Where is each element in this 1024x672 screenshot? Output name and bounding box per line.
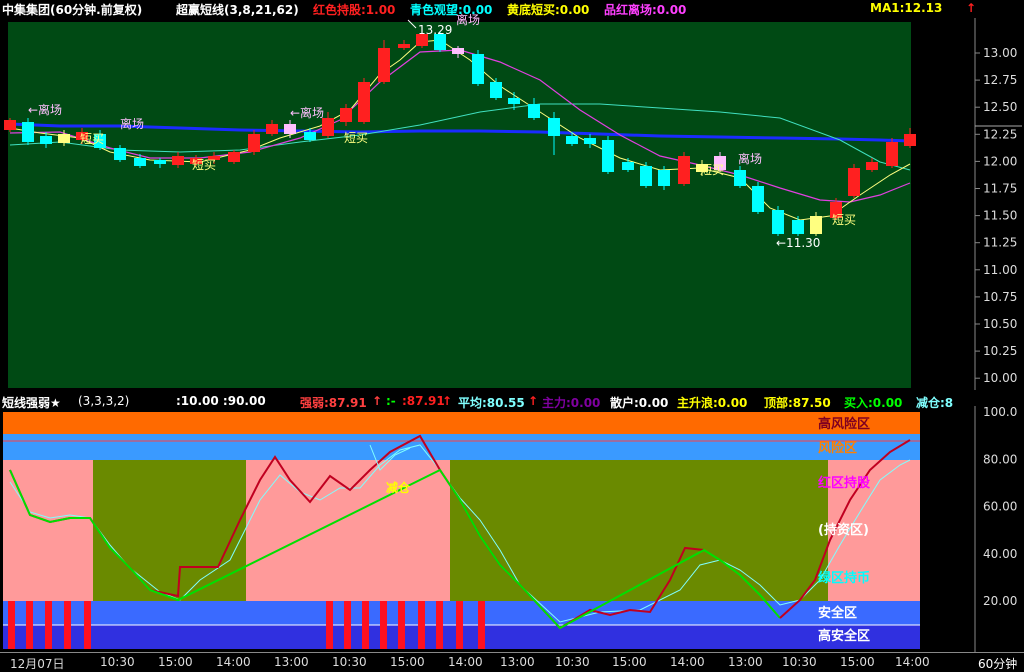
red-signal-strip xyxy=(344,601,351,649)
time-tick-label: 14:00 xyxy=(670,655,705,669)
time-tick-label: 10:30 xyxy=(100,655,135,669)
reduce-mark: 减仓 xyxy=(386,480,411,495)
sub-chart-svg[interactable]: 100.080.0060.0040.0020.00 高风险区 风险区 红区持股 … xyxy=(0,0,1024,671)
time-tick-label: 12月07日 xyxy=(10,657,65,671)
time-tick-label: 13:00 xyxy=(274,655,309,669)
red-signal-strip xyxy=(26,601,33,649)
red-signal-strip xyxy=(436,601,443,649)
red-signal-strip xyxy=(362,601,369,649)
zone-wait: (持资区) xyxy=(818,522,869,538)
sub-tick-label: 80.00 xyxy=(983,452,1017,466)
red-signal-strip xyxy=(326,601,333,649)
sub-tick-label: 20.00 xyxy=(983,594,1017,608)
red-signal-strip xyxy=(84,601,91,649)
sub-tick-label: 40.00 xyxy=(983,547,1017,561)
time-tick-label: 15:00 xyxy=(840,655,875,669)
time-tick-label: 14:00 xyxy=(895,655,930,669)
zone-green-wait: 绿区持币 xyxy=(818,570,870,586)
red-signal-strip xyxy=(398,601,405,649)
time-tick-label: 13:00 xyxy=(500,655,535,669)
time-tick-label: 14:00 xyxy=(216,655,251,669)
zone-risk: 风险区 xyxy=(818,440,857,456)
time-tick-label: 10:30 xyxy=(332,655,367,669)
period-label[interactable]: 60分钟 xyxy=(978,655,1017,672)
risk-zone xyxy=(3,434,920,460)
zone-high-safe: 高安全区 xyxy=(818,628,870,644)
zone-red-hold: 红区持股 xyxy=(818,475,870,491)
time-tick-label: 10:30 xyxy=(555,655,590,669)
red-signal-strip xyxy=(478,601,485,649)
time-tick-label: 10:30 xyxy=(782,655,817,669)
time-tick-label: 15:00 xyxy=(158,655,193,669)
hold-zone-1 xyxy=(3,460,93,601)
red-signal-strip xyxy=(45,601,52,649)
red-signal-strip xyxy=(456,601,463,649)
sub-tick-label: 100.0 xyxy=(983,405,1017,419)
red-signal-strip xyxy=(380,601,387,649)
red-signal-strip xyxy=(8,601,15,649)
time-tick-label: 13:00 xyxy=(728,655,763,669)
red-signal-strip xyxy=(418,601,425,649)
high-risk-zone xyxy=(3,412,920,434)
zone-safe: 安全区 xyxy=(818,605,857,621)
time-tick-label: 15:00 xyxy=(612,655,647,669)
sub-tick-label: 60.00 xyxy=(983,500,1017,514)
red-signal-strip xyxy=(64,601,71,649)
time-tick-label: 15:00 xyxy=(390,655,425,669)
zone-high-risk: 高风险区 xyxy=(818,416,870,432)
time-tick-label: 14:00 xyxy=(448,655,483,669)
